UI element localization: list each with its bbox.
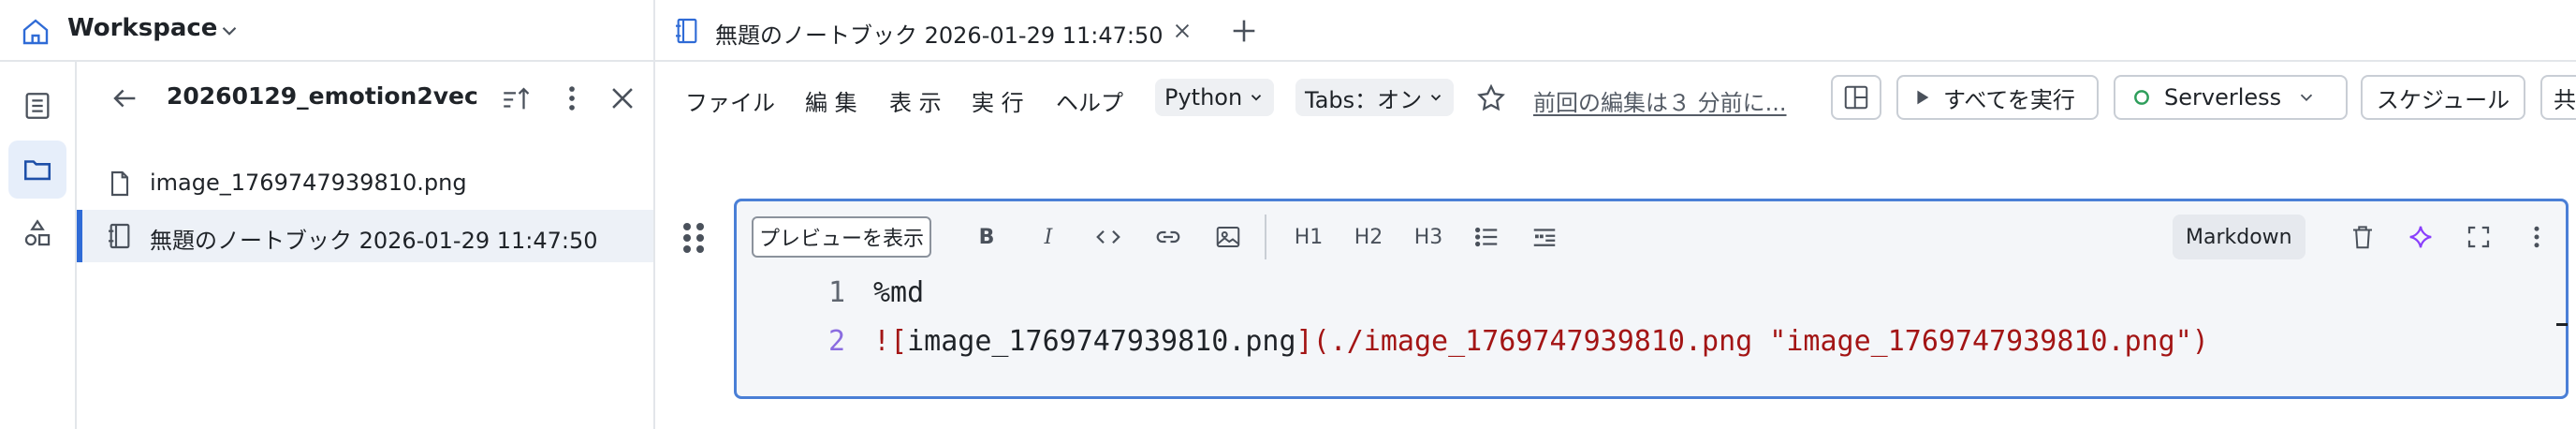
tab-bar: 無題のノートブック 2026-01-29 11:47:50 bbox=[655, 0, 2576, 62]
rail-assets-button[interactable] bbox=[8, 204, 66, 262]
file-item-selected[interactable]: 無題のノートブック 2026-01-29 11:47:50 bbox=[77, 210, 653, 262]
cell-menu-button[interactable] bbox=[2521, 218, 2553, 256]
drag-handle-icon[interactable] bbox=[680, 219, 708, 257]
icon-rail bbox=[0, 62, 77, 429]
layout-icon bbox=[1844, 85, 1868, 110]
schedule-button[interactable]: スケジュール bbox=[2361, 75, 2525, 120]
folder-title: 20260129_emotion2vec bbox=[167, 82, 478, 110]
kebab-menu-icon[interactable] bbox=[556, 82, 588, 114]
kebab-menu-icon bbox=[2534, 226, 2539, 248]
delete-button[interactable] bbox=[2347, 218, 2378, 256]
file-item-label: 無題のノートブック 2026-01-29 11:47:50 bbox=[150, 228, 598, 254]
rail-files-button[interactable] bbox=[8, 141, 66, 199]
file-icon bbox=[110, 170, 129, 197]
notebook-icon bbox=[676, 18, 697, 44]
menu-file[interactable]: ファイル bbox=[685, 84, 775, 117]
tab-label: 無題のノートブック 2026-01-29 11:47:50 bbox=[715, 22, 1164, 49]
play-icon bbox=[1917, 90, 1929, 105]
scroll-caret bbox=[2556, 323, 2568, 326]
token-bracket-close: ] bbox=[1295, 325, 1313, 358]
trash-icon bbox=[2353, 226, 2372, 249]
compute-label: Serverless bbox=[2164, 84, 2282, 111]
menu-view[interactable]: 表 示 bbox=[889, 84, 942, 117]
language-label: Python bbox=[1164, 84, 1243, 111]
plus-icon[interactable] bbox=[1228, 15, 1260, 47]
cell-toolbar: プレビューを表示 B I H1 H2 H3 Markdown bbox=[737, 201, 2566, 273]
toolbar-divider bbox=[1265, 214, 1266, 259]
assistant-button[interactable] bbox=[2405, 218, 2437, 256]
bold-button[interactable]: B bbox=[971, 218, 1003, 256]
rail-toc-button[interactable] bbox=[8, 77, 66, 135]
sort-icon[interactable] bbox=[500, 82, 532, 114]
close-icon[interactable] bbox=[1172, 21, 1193, 41]
file-item[interactable]: image_1769747939810.png bbox=[77, 157, 653, 210]
link-button[interactable] bbox=[1152, 218, 1184, 256]
workspace-title[interactable]: Workspace bbox=[67, 14, 217, 42]
code-line: 1 %md bbox=[737, 276, 2566, 325]
expand-button[interactable] bbox=[2463, 218, 2495, 256]
share-label: 共 bbox=[2554, 86, 2576, 113]
share-button[interactable]: 共 bbox=[2540, 75, 2576, 120]
list-button[interactable] bbox=[1471, 218, 1502, 256]
line-number: 1 bbox=[827, 276, 845, 309]
notebook-toolbar: ファイル 編 集 表 示 実 行 ヘルプ Python Tabs：オン 前回の編… bbox=[655, 64, 2576, 133]
link-icon bbox=[1156, 230, 1180, 244]
schedule-label: スケジュール bbox=[2376, 86, 2510, 113]
image-button[interactable] bbox=[1212, 218, 1244, 256]
line-text: %md bbox=[873, 276, 925, 309]
code-icon bbox=[1096, 229, 1120, 244]
line-number: 2 bbox=[827, 325, 845, 358]
preview-button[interactable]: プレビューを表示 bbox=[752, 216, 932, 258]
menu-edit[interactable]: 編 集 bbox=[805, 84, 857, 117]
token-alt-text: image_1769747939810.png bbox=[907, 325, 1296, 358]
token-bang: ! bbox=[873, 325, 891, 358]
compute-select[interactable]: Serverless bbox=[2114, 75, 2348, 120]
quote-button[interactable] bbox=[1529, 218, 1560, 256]
folder-icon bbox=[23, 160, 51, 181]
run-all-label: すべてを実行 bbox=[1943, 86, 2075, 113]
layout-button[interactable] bbox=[1831, 75, 1881, 120]
h3-button[interactable]: H3 bbox=[1412, 218, 1444, 256]
chevron-down-icon bbox=[1251, 95, 1262, 101]
close-icon[interactable] bbox=[607, 82, 638, 114]
file-item-label: image_1769747939810.png bbox=[150, 170, 467, 196]
italic-button[interactable]: I bbox=[1032, 218, 1064, 256]
chevron-down-icon bbox=[2301, 94, 2313, 102]
notebook-icon bbox=[109, 223, 130, 249]
shapes-icon bbox=[24, 219, 51, 246]
tabs-label: Tabs：オン bbox=[1305, 86, 1423, 113]
fullscreen-icon bbox=[2467, 226, 2490, 248]
status-dot-icon bbox=[2134, 90, 2149, 105]
bullet-list-icon bbox=[1474, 227, 1498, 247]
markdown-cell[interactable]: プレビューを表示 B I H1 H2 H3 Markdown 1 %md 2 !… bbox=[734, 199, 2569, 399]
line-text: ![image_1769747939810.png](./image_17697… bbox=[873, 325, 2209, 358]
tabs-toggle[interactable]: Tabs：オン bbox=[1295, 79, 1455, 116]
workspace-header: Workspace bbox=[0, 0, 655, 62]
h1-button[interactable]: H1 bbox=[1293, 218, 1325, 256]
table-of-contents-icon bbox=[25, 93, 50, 119]
code-line: 2 ![image_1769747939810.png](./image_176… bbox=[737, 325, 2566, 374]
chevron-down-icon bbox=[1431, 95, 1442, 101]
sparkle-icon bbox=[2409, 226, 2432, 248]
cell-type-badge[interactable]: Markdown bbox=[2173, 214, 2305, 259]
home-icon[interactable] bbox=[21, 17, 51, 47]
run-all-button[interactable]: すべてを実行 bbox=[1896, 75, 2099, 120]
last-edit-link[interactable]: 前回の編集は３ 分前に... bbox=[1533, 84, 1787, 117]
tab-notebook[interactable]: 無題のノートブック 2026-01-29 11:47:50 bbox=[655, 0, 1208, 62]
image-icon bbox=[1216, 227, 1240, 247]
quote-icon bbox=[1533, 229, 1556, 246]
chevron-down-icon[interactable] bbox=[217, 19, 242, 43]
back-arrow-icon[interactable] bbox=[109, 82, 140, 114]
token-bracket-open: [ bbox=[890, 325, 908, 358]
star-icon[interactable] bbox=[1475, 82, 1507, 114]
h2-button[interactable]: H2 bbox=[1353, 218, 1384, 256]
code-button[interactable] bbox=[1092, 218, 1124, 256]
menu-run[interactable]: 実 行 bbox=[972, 84, 1024, 117]
token-link: (./image_1769747939810.png "image_176974… bbox=[1312, 325, 2209, 358]
language-select[interactable]: Python bbox=[1155, 79, 1275, 116]
menu-help[interactable]: ヘルプ bbox=[1056, 84, 1123, 117]
file-browser: 20260129_emotion2vec image_1769747939810… bbox=[77, 62, 655, 429]
